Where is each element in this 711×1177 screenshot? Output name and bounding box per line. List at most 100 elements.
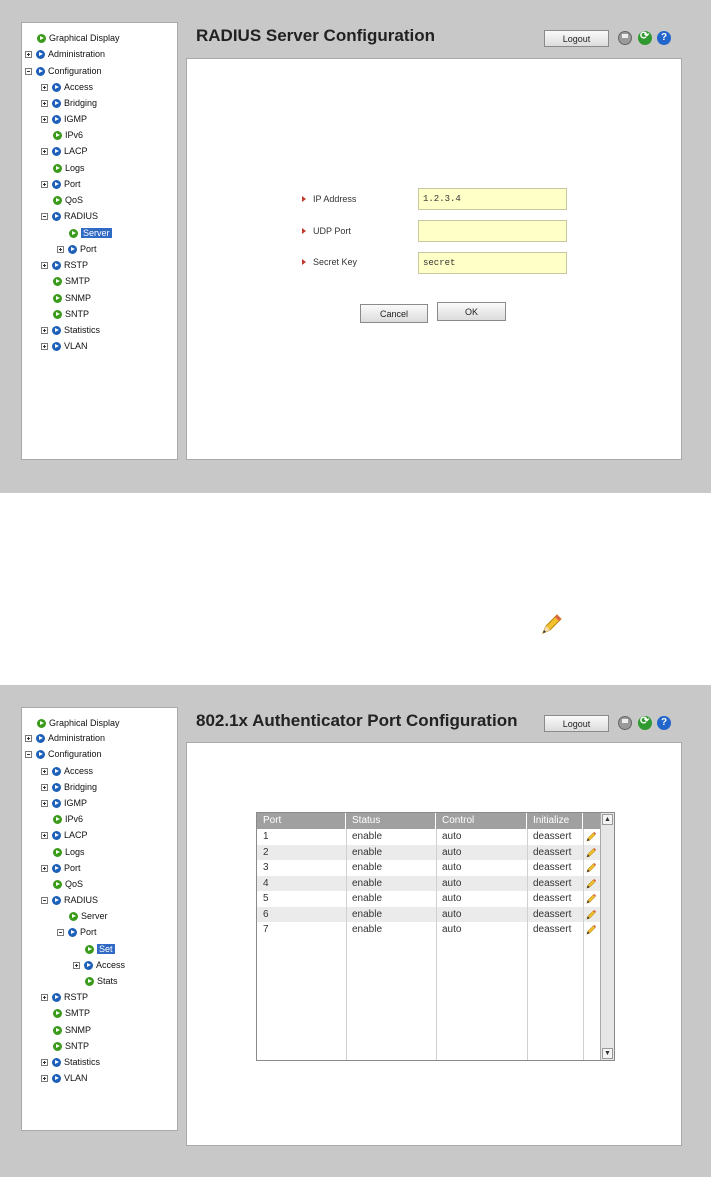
tree-item-stats[interactable]: Stats [85, 974, 118, 988]
tree-item-logs[interactable]: Logs [53, 161, 85, 175]
tree-item-lacp[interactable]: LACP [41, 828, 88, 842]
col-header-initialize[interactable]: Initialize [527, 813, 583, 829]
tree-item-logs[interactable]: Logs [53, 845, 85, 859]
tree-item-bridging[interactable]: Bridging [41, 96, 97, 110]
expand-icon[interactable] [41, 115, 48, 123]
save-icon[interactable] [618, 716, 632, 730]
edit-cell[interactable] [583, 860, 600, 875]
tree-item-configuration[interactable]: Configuration [25, 64, 102, 78]
expand-icon[interactable] [41, 180, 48, 188]
tree-item-igmp[interactable]: IGMP [41, 112, 87, 126]
tree-item-snmp[interactable]: SNMP [53, 1023, 91, 1037]
expand-icon[interactable] [41, 783, 48, 791]
tree-item-qos[interactable]: QoS [53, 193, 83, 207]
tree-item-access[interactable]: Access [41, 80, 93, 94]
edit-cell[interactable] [583, 876, 600, 891]
tree-item-statistics[interactable]: Statistics [41, 323, 100, 337]
ip-address-field[interactable]: 1.2.3.4 [418, 188, 567, 210]
cancel-button[interactable]: Cancel [360, 304, 428, 323]
expand-icon[interactable] [41, 147, 48, 155]
tree-item-server[interactable]: Server [69, 909, 108, 923]
tree-item-ipv6[interactable]: IPv6 [53, 812, 83, 826]
expand-icon[interactable] [41, 342, 48, 350]
edit-pencil-icon[interactable] [586, 878, 597, 889]
collapse-icon[interactable] [25, 67, 32, 75]
tree-item-server[interactable]: Server [69, 226, 112, 240]
tree-item-rstp[interactable]: RSTP [41, 990, 88, 1004]
table-row[interactable]: 2 enable auto deassert [257, 844, 600, 860]
tree-item-radius[interactable]: RADIUS [41, 893, 98, 907]
table-row[interactable]: 6 enable auto deassert [257, 906, 600, 922]
tree-item-port-access[interactable]: Access [73, 958, 125, 972]
edit-pencil-icon[interactable] [586, 847, 597, 858]
table-row[interactable]: 7 enable auto deassert [257, 922, 600, 937]
tree-item-smtp[interactable]: SMTP [53, 1006, 90, 1020]
edit-cell[interactable] [583, 907, 600, 922]
tree-item-port[interactable]: Port [41, 861, 81, 875]
tree-item-administration[interactable]: Administration [25, 731, 105, 745]
expand-icon[interactable] [41, 799, 48, 807]
tree-item-radius-port[interactable]: Port [57, 242, 97, 256]
refresh-icon[interactable] [638, 29, 652, 45]
refresh-icon[interactable] [638, 714, 652, 730]
tree-item-vlan[interactable]: VLAN [41, 1071, 88, 1085]
tree-item-configuration[interactable]: Configuration [25, 747, 102, 761]
tree-item-radius[interactable]: RADIUS [41, 209, 98, 223]
edit-cell[interactable] [583, 922, 600, 937]
col-header-port[interactable]: Port [257, 813, 346, 829]
scroll-down-icon[interactable]: ▼ [602, 1048, 613, 1059]
edit-cell[interactable] [583, 829, 600, 844]
tree-item-smtp[interactable]: SMTP [53, 274, 90, 288]
col-header-control[interactable]: Control [436, 813, 527, 829]
expand-icon[interactable] [41, 99, 48, 107]
col-header-status[interactable]: Status [346, 813, 436, 829]
tree-item-igmp[interactable]: IGMP [41, 796, 87, 810]
udp-port-field[interactable] [418, 220, 567, 242]
tree-item-ipv6[interactable]: IPv6 [53, 128, 83, 142]
table-row[interactable]: 1 enable auto deassert [257, 829, 600, 844]
help-icon[interactable]: ? [657, 31, 671, 45]
ok-button[interactable]: OK [437, 302, 506, 321]
tree-item-qos[interactable]: QoS [53, 877, 83, 891]
collapse-icon[interactable] [41, 896, 48, 904]
expand-icon[interactable] [41, 83, 48, 91]
edit-cell[interactable] [583, 845, 600, 860]
expand-icon[interactable] [25, 50, 32, 58]
tree-item-access[interactable]: Access [41, 764, 93, 778]
scroll-up-icon[interactable]: ▲ [602, 814, 613, 825]
secret-key-field[interactable]: secret [418, 252, 567, 274]
expand-icon[interactable] [41, 326, 48, 334]
tree-item-radius-port[interactable]: Port [57, 925, 97, 939]
logout-button[interactable]: Logout [544, 715, 609, 732]
tree-item-vlan[interactable]: VLAN [41, 339, 88, 353]
tree-item-snmp[interactable]: SNMP [53, 291, 91, 305]
edit-cell[interactable] [583, 891, 600, 906]
tree-item-port[interactable]: Port [41, 177, 81, 191]
expand-icon[interactable] [41, 831, 48, 839]
expand-icon[interactable] [41, 767, 48, 775]
tree-item-sntp[interactable]: SNTP [53, 1039, 89, 1053]
tree-item-bridging[interactable]: Bridging [41, 780, 97, 794]
expand-icon[interactable] [41, 261, 48, 269]
tree-item-rstp[interactable]: RSTP [41, 258, 88, 272]
edit-pencil-icon[interactable] [586, 831, 597, 842]
expand-icon[interactable] [41, 1058, 48, 1066]
expand-icon[interactable] [41, 864, 48, 872]
tree-item-administration[interactable]: Administration [25, 47, 105, 61]
edit-pencil-icon[interactable] [586, 862, 597, 873]
tree-item-set[interactable]: Set [85, 942, 115, 956]
logout-button[interactable]: Logout [544, 30, 609, 47]
tree-item-lacp[interactable]: LACP [41, 144, 88, 158]
expand-icon[interactable] [41, 1074, 48, 1082]
table-row[interactable]: 5 enable auto deassert [257, 891, 600, 906]
table-row[interactable]: 3 enable auto deassert [257, 860, 600, 875]
collapse-icon[interactable] [41, 212, 48, 220]
edit-pencil-icon[interactable] [586, 909, 597, 920]
collapse-icon[interactable] [25, 750, 32, 758]
edit-pencil-icon[interactable] [586, 924, 597, 935]
save-icon[interactable] [618, 31, 632, 45]
collapse-icon[interactable] [57, 928, 64, 936]
expand-icon[interactable] [25, 734, 32, 742]
table-row[interactable]: 4 enable auto deassert [257, 875, 600, 891]
table-scrollbar[interactable]: ▲ ▼ [600, 813, 614, 1060]
